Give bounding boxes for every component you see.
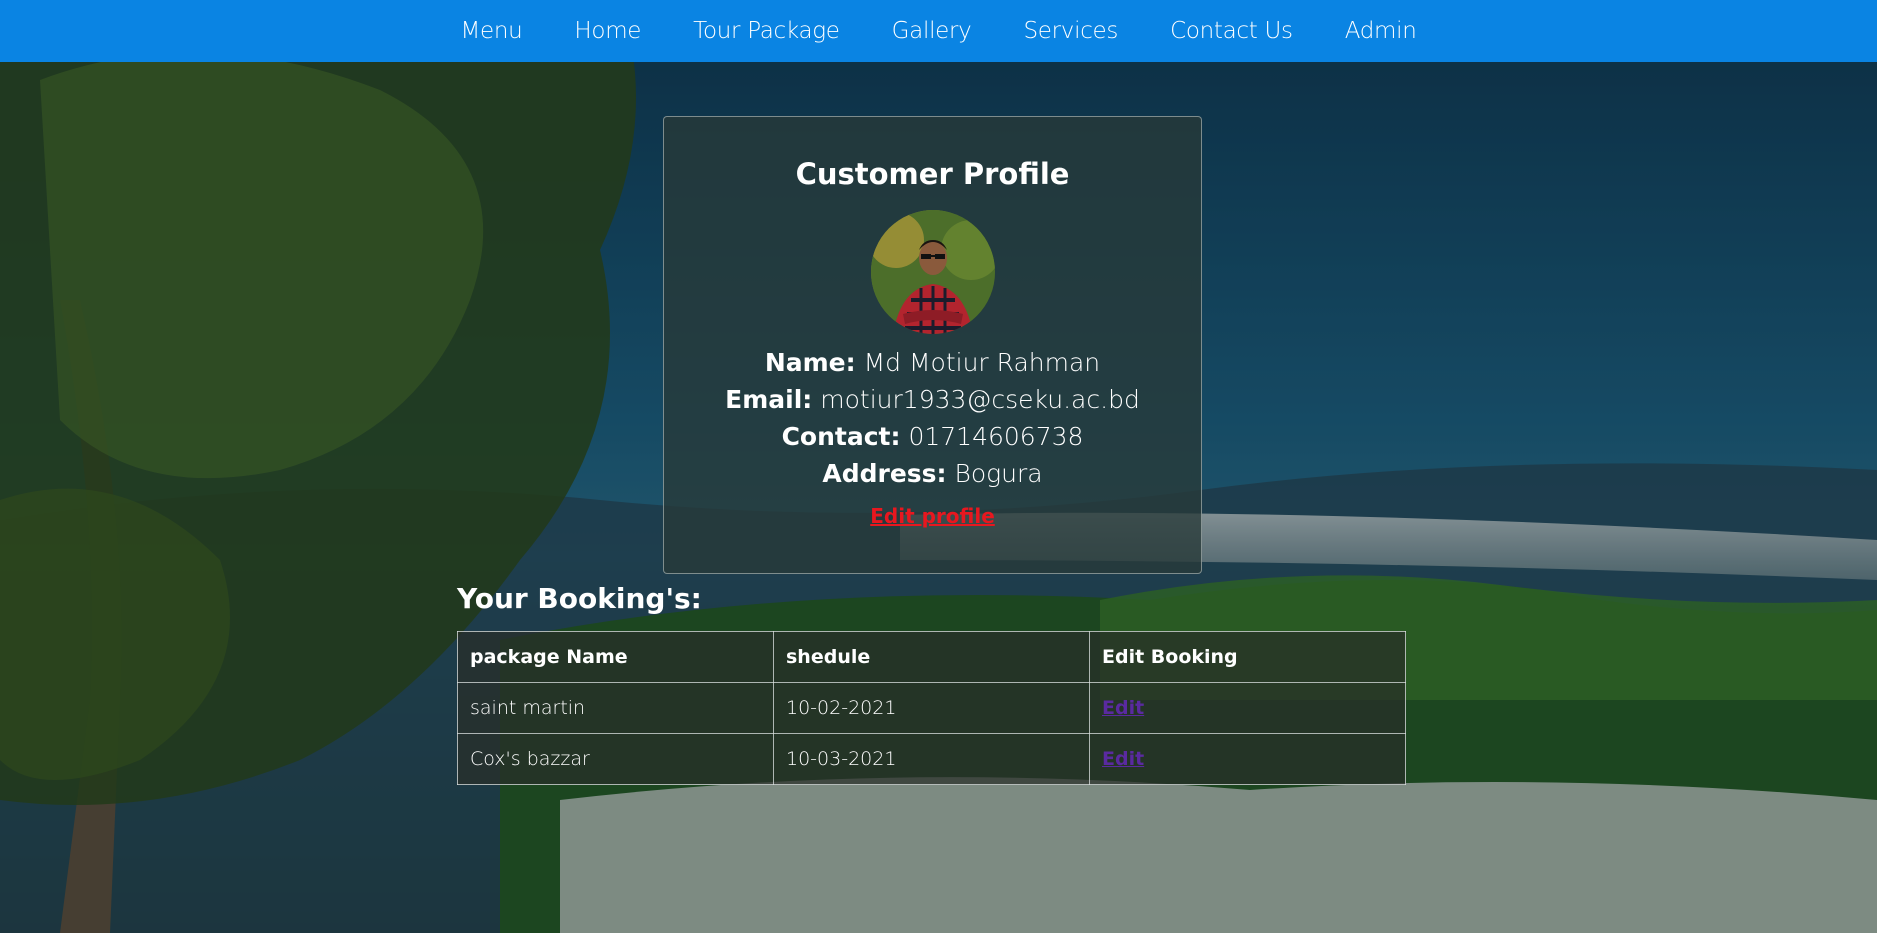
cell-package-name: saint martin bbox=[457, 682, 774, 734]
profile-title: Customer Profile bbox=[795, 157, 1070, 191]
nav-item-admin[interactable]: Admin bbox=[1319, 18, 1443, 44]
profile-email-row: Email: motiur1933@cseku.ac.bd bbox=[664, 381, 1201, 418]
profile-name: Md Motiur Rahman bbox=[863, 348, 1101, 377]
table-header-row: package Name shedule Edit Booking bbox=[457, 631, 1406, 683]
table-row: Cox's bazzar 10-03-2021 Edit bbox=[457, 733, 1406, 785]
nav-item-services[interactable]: Services bbox=[997, 18, 1144, 44]
bookings-title: Your Booking's: bbox=[457, 582, 702, 615]
profile-address: Bogura bbox=[954, 459, 1043, 488]
address-label: Address: bbox=[822, 459, 947, 488]
nav-menu: Menu Home Tour Package Gallery Services … bbox=[434, 18, 1442, 44]
top-navbar: Menu Home Tour Package Gallery Services … bbox=[0, 0, 1877, 62]
cell-edit: Edit bbox=[1089, 682, 1406, 734]
column-header-schedule: shedule bbox=[773, 631, 1090, 683]
profile-address-row: Address: Bogura bbox=[664, 455, 1201, 492]
nav-item-tour-package[interactable]: Tour Package bbox=[667, 18, 866, 44]
nav-item-menu[interactable]: Menu bbox=[434, 18, 548, 44]
nav-item-gallery[interactable]: Gallery bbox=[866, 18, 998, 44]
edit-booking-link[interactable]: Edit bbox=[1102, 697, 1144, 719]
profile-contact-row: Contact: 01714606738 bbox=[664, 418, 1201, 455]
customer-profile-card: Customer Profile Name: Md Motiur Rahman … bbox=[663, 116, 1202, 574]
column-header-package-name: package Name bbox=[457, 631, 774, 683]
name-label: Name: bbox=[764, 348, 856, 377]
profile-info: Name: Md Motiur Rahman Email: motiur1933… bbox=[664, 344, 1201, 492]
cell-schedule: 10-02-2021 bbox=[773, 682, 1090, 734]
nav-item-contact-us[interactable]: Contact Us bbox=[1144, 18, 1319, 44]
profile-email: motiur1933@cseku.ac.bd bbox=[820, 385, 1140, 414]
profile-name-row: Name: Md Motiur Rahman bbox=[664, 344, 1201, 381]
cell-package-name: Cox's bazzar bbox=[457, 733, 774, 785]
column-header-edit-booking: Edit Booking bbox=[1089, 631, 1406, 683]
cell-schedule: 10-03-2021 bbox=[773, 733, 1090, 785]
nav-item-home[interactable]: Home bbox=[548, 18, 667, 44]
contact-label: Contact: bbox=[781, 422, 901, 451]
avatar bbox=[870, 210, 995, 334]
bookings-table: package Name shedule Edit Booking saint … bbox=[457, 631, 1406, 785]
profile-contact: 01714606738 bbox=[908, 422, 1084, 451]
cell-edit: Edit bbox=[1089, 733, 1406, 785]
table-row: saint martin 10-02-2021 Edit bbox=[457, 682, 1406, 734]
email-label: Email: bbox=[725, 385, 813, 414]
edit-profile-link[interactable]: Edit profile bbox=[870, 504, 995, 528]
edit-booking-link[interactable]: Edit bbox=[1102, 748, 1144, 770]
